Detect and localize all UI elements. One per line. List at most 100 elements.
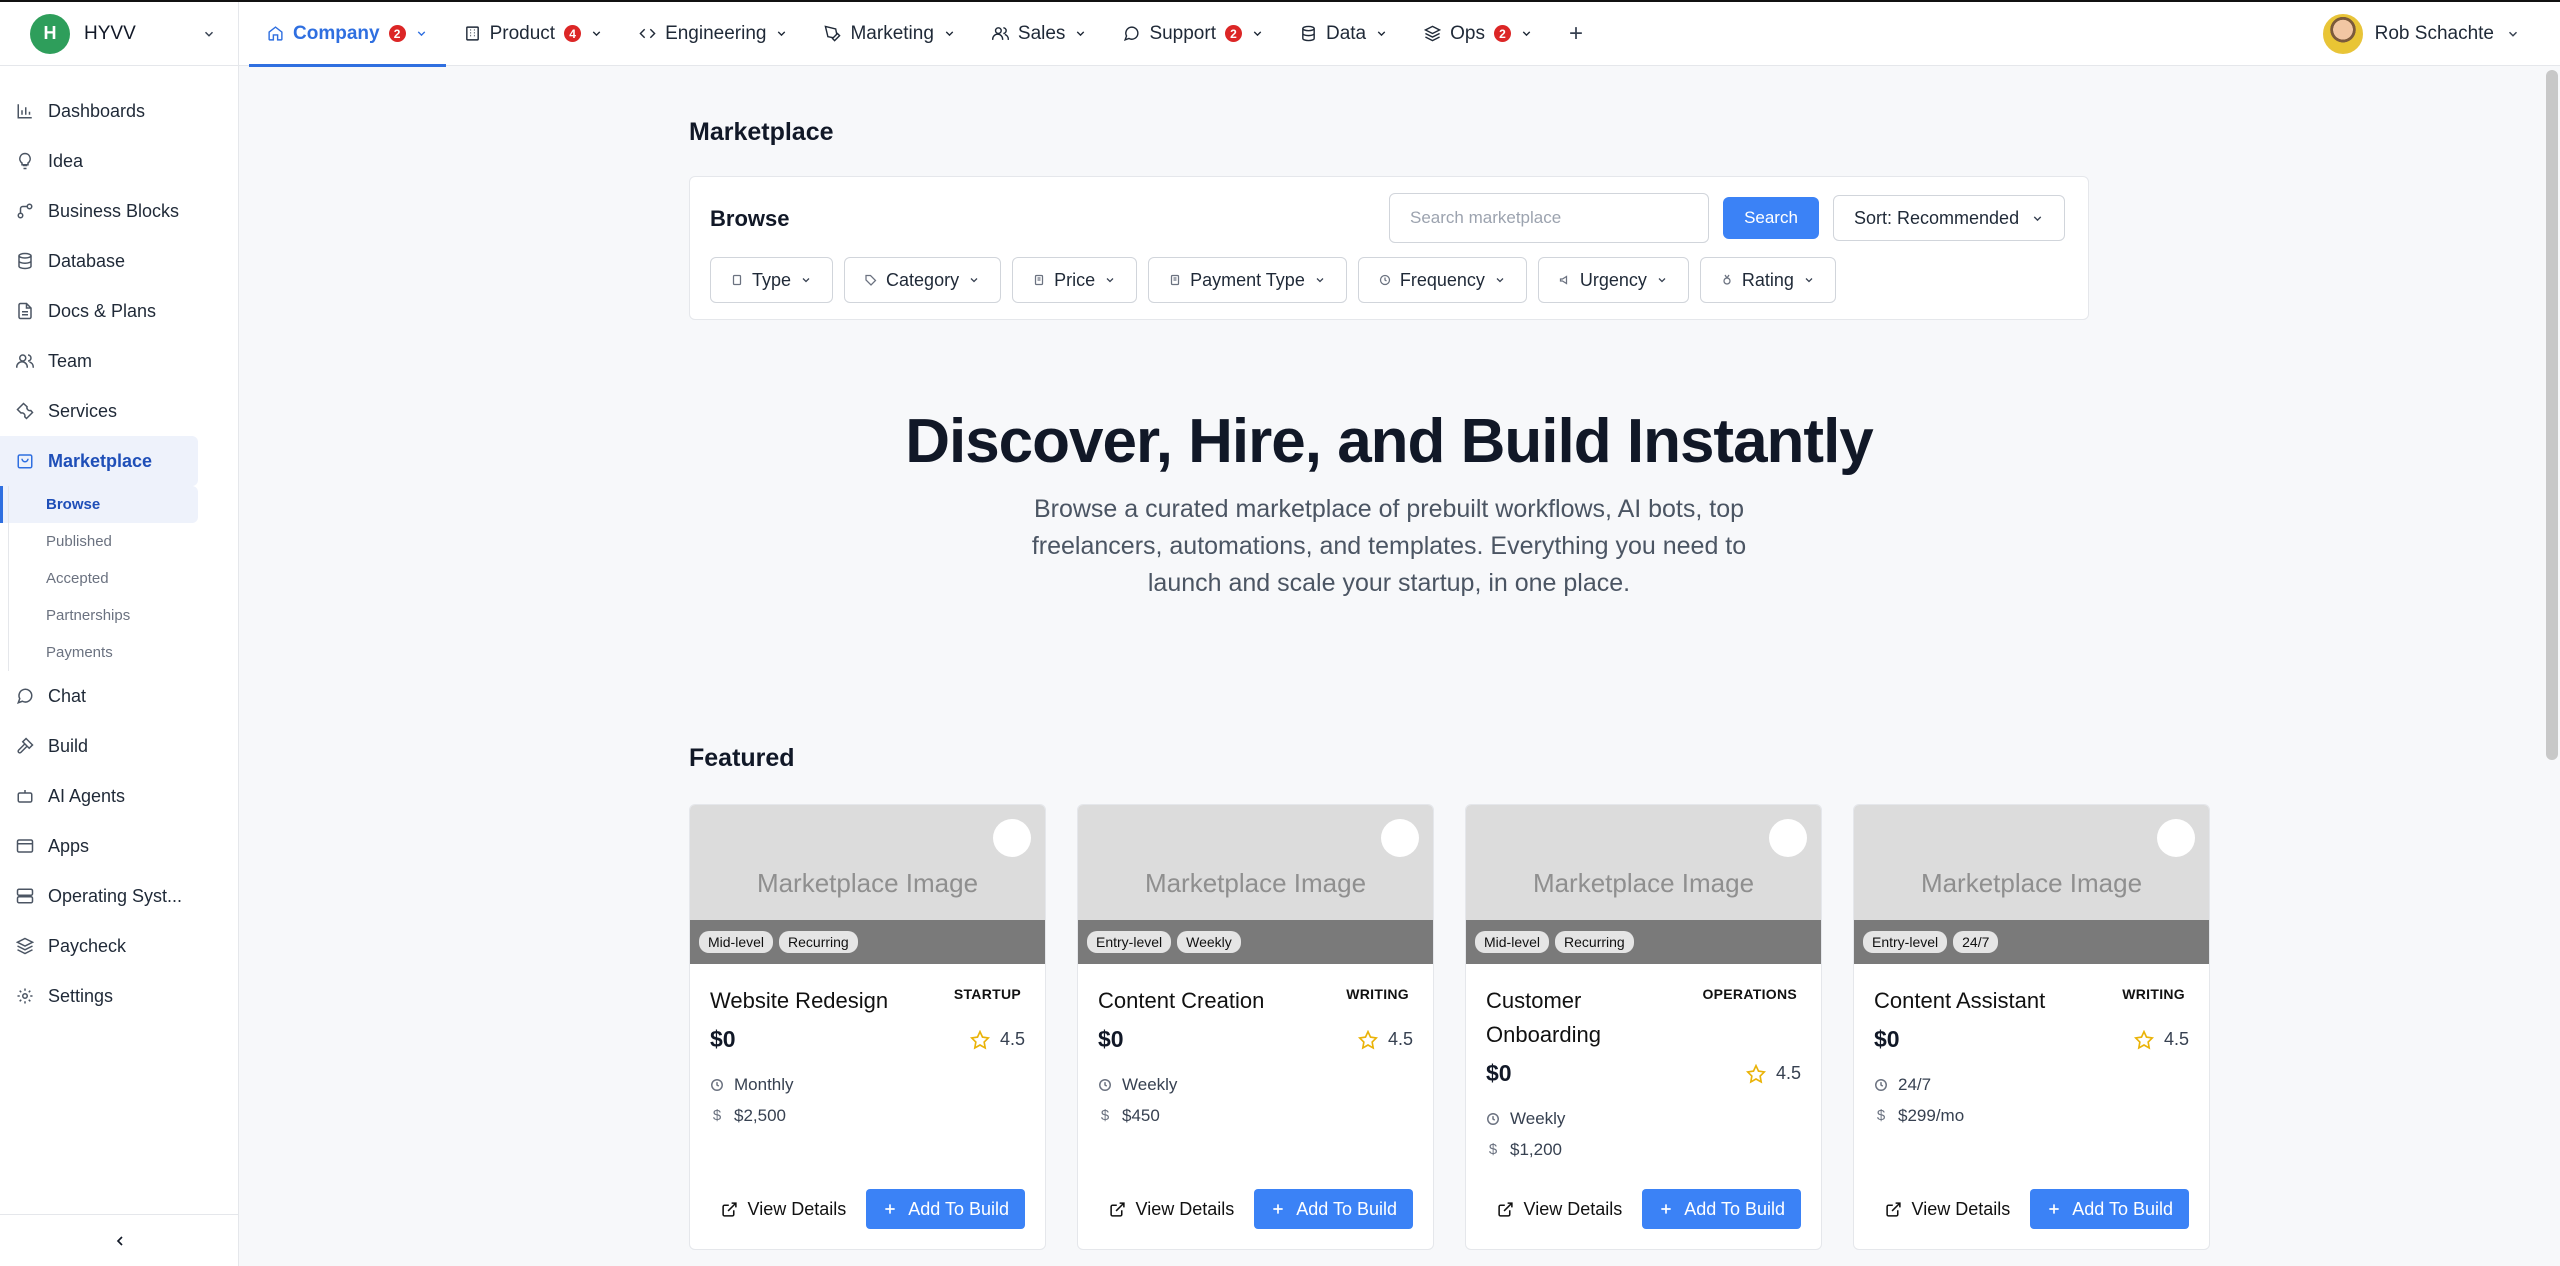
chevron-down-icon [1377,31,1386,37]
add-to-build-button[interactable]: Add To Build [1254,1189,1413,1229]
filter-category[interactable]: Category [844,257,1002,303]
sidebar-item-database[interactable]: Database [0,236,198,286]
view-details-button[interactable]: View Details [708,1189,859,1229]
sidebar-item-paycheck[interactable]: Paycheck [0,921,198,971]
chevron-down-icon [1658,278,1666,283]
tab-label: Ops [1450,22,1485,44]
favorite-toggle[interactable] [1381,819,1419,857]
sidebar-subitem-accepted[interactable]: Accepted [0,560,198,597]
chevron-down-icon [592,31,601,37]
sidebar-item-chat[interactable]: Chat [0,671,198,721]
favorite-toggle[interactable] [993,819,1031,857]
sidebar-item-settings[interactable]: Settings [0,971,198,1021]
view-details-label: View Details [1523,1198,1623,1219]
tab-sales[interactable]: Sales [974,2,1106,66]
users-icon [16,354,34,368]
sidebar-item-label: Chat [48,685,87,706]
sidebar-item-business-blocks[interactable]: Business Blocks [0,186,198,236]
marketplace-card[interactable]: Marketplace Image Mid-level Recurring ST… [689,804,1046,1250]
marketplace-card[interactable]: Marketplace Image Entry-level Weekly WRI… [1077,804,1434,1250]
marketplace-card[interactable]: Marketplace Image Entry-level 24/7 WRITI… [1853,804,2210,1250]
card-rating: 4.5 [1357,1029,1413,1050]
add-to-build-button[interactable]: Add To Build [866,1189,1025,1229]
sidebar-item-label: Docs & Plans [48,300,157,321]
filter-label: Frequency [1399,269,1485,290]
filter-urgency[interactable]: Urgency [1537,257,1689,303]
server-icon [16,888,34,904]
clock-icon [711,1078,723,1091]
page-title: Marketplace [689,118,834,146]
card-rating: 4.5 [1745,1063,1801,1084]
marketplace-subnav: Browse Published Accepted Partnerships P… [0,486,238,671]
tag: Entry-level [1087,931,1172,953]
sidebar-item-label: Services [48,400,118,421]
sidebar-item-idea[interactable]: Idea [0,136,198,186]
sidebar-item-operating-system[interactable]: Operating Syst... [0,871,198,921]
card-image: Marketplace Image [690,805,1045,920]
filter-payment-type[interactable]: Payment Type [1148,257,1347,303]
sidebar-item-team[interactable]: Team [0,336,198,386]
dollar-icon: $ [1488,1140,1498,1158]
card-tags: Mid-level Recurring [690,920,1045,964]
chevron-down-icon [1805,278,1813,283]
notification-badge: 2 [1224,25,1242,42]
sidebar-item-apps[interactable]: Apps [0,821,198,871]
chevron-down-icon [970,278,978,283]
marketplace-card[interactable]: Marketplace Image Mid-level Recurring OP… [1465,804,1822,1250]
view-details-button[interactable]: View Details [1872,1189,2023,1229]
card-price: $0 [1486,1060,1512,1086]
filter-price[interactable]: Price [1012,257,1138,303]
sort-dropdown[interactable]: Sort: Recommended [1833,195,2066,241]
sidebar-item-build[interactable]: Build [0,721,198,771]
featured-title: Featured [689,744,795,772]
favorite-toggle[interactable] [2157,819,2195,857]
tab-support[interactable]: Support 2 [1105,2,1282,66]
sidebar-item-label: Business Blocks [48,200,180,221]
scrollbar[interactable] [2546,70,2558,760]
card-price: $0 [1874,1026,1900,1052]
tab-marketing[interactable]: Marketing [806,2,973,66]
filter-frequency[interactable]: Frequency [1357,257,1527,303]
add-tab-button[interactable]: + [1569,20,1583,48]
filter-type[interactable]: Type [710,257,834,303]
card-budget: $299/mo [1898,1105,1965,1125]
tab-label: Marketing [850,22,934,44]
org-switcher[interactable]: H HYVV [0,1,239,66]
sidebar-item-docs-plans[interactable]: Docs & Plans [0,286,198,336]
sidebar-item-label: Database [48,250,126,271]
collapse-sidebar-button[interactable] [0,1214,239,1266]
tab-data[interactable]: Data [1282,2,1406,66]
sidebar-subitem-partnerships[interactable]: Partnerships [0,597,198,634]
sidebar-item-label: Operating Syst... [48,885,183,906]
plus-icon [885,1204,895,1214]
sidebar-subitem-payments[interactable]: Payments [0,634,198,671]
sidebar-item-ai-agents[interactable]: AI Agents [0,771,198,821]
card-image: Marketplace Image [1078,805,1433,920]
tab-ops[interactable]: Ops 2 [1406,2,1551,66]
add-to-build-button[interactable]: Add To Build [2030,1189,2189,1229]
external-link-icon [721,1201,737,1217]
sidebar-subitem-browse[interactable]: Browse [0,486,198,523]
sidebar-item-services[interactable]: Services [0,386,198,436]
sidebar-item-marketplace[interactable]: Marketplace [0,436,198,486]
tab-product[interactable]: Product 4 [446,2,621,66]
card-budget: $1,200 [1510,1139,1562,1159]
layers-icon [1424,25,1442,42]
user-menu[interactable]: Rob Schachte [2322,2,2520,66]
sidebar-subitem-published[interactable]: Published [0,523,198,560]
tab-engineering[interactable]: Engineering [621,2,806,66]
rating-value: 4.5 [1775,1063,1801,1083]
add-to-build-label: Add To Build [908,1198,1009,1219]
chevron-down-icon [1496,278,1504,283]
clock-icon [1875,1078,1887,1091]
add-to-build-button[interactable]: Add To Build [1642,1189,1801,1229]
sidebar-item-dashboards[interactable]: Dashboards [0,86,198,136]
favorite-toggle[interactable] [1769,819,1807,857]
filter-rating[interactable]: Rating [1699,257,1836,303]
shopping-bag-icon [17,454,33,469]
view-details-button[interactable]: View Details [1484,1189,1635,1229]
view-details-button[interactable]: View Details [1096,1189,1247,1229]
search-input[interactable] [1389,193,1709,243]
tab-company[interactable]: Company 2 [249,2,446,67]
search-button[interactable]: Search [1723,197,1819,239]
